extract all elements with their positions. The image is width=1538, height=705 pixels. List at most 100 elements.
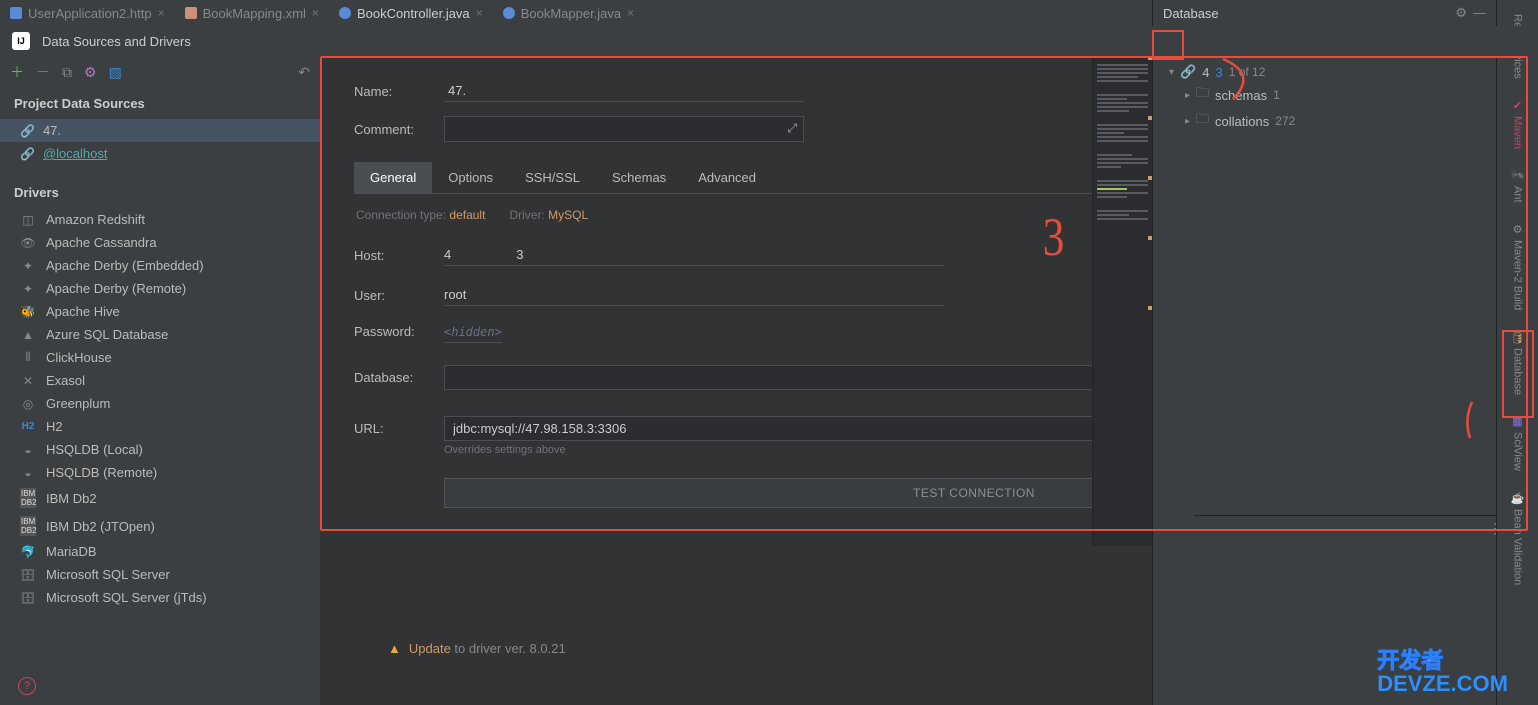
chevron-right-icon: ▸: [1185, 90, 1190, 101]
driver-label: IBM Db2: [46, 491, 97, 506]
tab-sshssl[interactable]: SSH/SSL: [509, 162, 596, 193]
database-panel-title: Database: [1163, 6, 1219, 21]
driver-item[interactable]: 👁Apache Cassandra: [0, 231, 320, 254]
folder-icon: 🗀: [1196, 110, 1209, 132]
driver-item[interactable]: IBMDB2IBM Db2 (JTOpen): [0, 512, 320, 540]
exasol-icon: ✕: [20, 374, 36, 388]
editor-tab[interactable]: BookMapper.java ×: [493, 0, 644, 26]
vtab-ant[interactable]: 🐜 Ant: [1509, 161, 1526, 211]
name-input[interactable]: [444, 80, 804, 102]
gear-icon[interactable]: ⚙: [1455, 5, 1467, 21]
driver-item[interactable]: ▲Azure SQL Database: [0, 323, 320, 346]
driver-item[interactable]: ◎Greenplum: [0, 392, 320, 415]
minimize-icon[interactable]: —: [1473, 5, 1486, 21]
url-input[interactable]: [444, 416, 1094, 441]
node-label: collations: [1215, 114, 1269, 129]
password-input[interactable]: <hidden>: [444, 322, 502, 343]
vtab-label: Database: [1512, 348, 1524, 395]
ant-icon: 🐜: [1511, 169, 1524, 182]
mssql-icon: 🗄: [20, 568, 36, 582]
vtab-label: Ant: [1512, 186, 1524, 203]
driver-value[interactable]: MySQL: [548, 208, 588, 222]
xml-file-icon: [185, 7, 197, 19]
node-suffix: 3: [1215, 65, 1222, 80]
driver-item[interactable]: ✕Exasol: [0, 369, 320, 392]
node-label: schemas: [1215, 88, 1267, 103]
driver-label: HSQLDB (Remote): [46, 465, 157, 480]
db-panel-footer: ⋮ —: [1194, 515, 1538, 541]
driver-item[interactable]: ◒HSQLDB (Remote): [0, 461, 320, 484]
http-file-icon: [10, 7, 22, 19]
database-tree: ▾ 🔗 4 3 1 of 12 ▸ 🗀 schemas 1 ▸ 🗀 collat…: [1153, 58, 1496, 138]
close-icon[interactable]: ×: [158, 6, 165, 20]
expand-icon[interactable]: ⤢: [787, 121, 797, 136]
driver-label: Apache Derby (Embedded): [46, 258, 204, 273]
help-button[interactable]: ?: [18, 677, 36, 695]
database-input[interactable]: [444, 365, 1094, 390]
driver-item[interactable]: ✦Apache Derby (Remote): [0, 277, 320, 300]
driver-item[interactable]: ◒HSQLDB (Local): [0, 438, 320, 461]
close-icon[interactable]: ×: [476, 6, 483, 20]
conn-type-value[interactable]: default: [449, 208, 485, 222]
back-icon[interactable]: ↶: [298, 64, 310, 81]
vtab-sciview[interactable]: ▦SciView: [1509, 407, 1526, 479]
update-link[interactable]: Update: [409, 641, 451, 656]
tab-options[interactable]: Options: [432, 162, 509, 193]
tree-node-datasource[interactable]: ▾ 🔗 4 3 1 of 12: [1163, 62, 1486, 82]
gear-icon: ⚙: [1511, 223, 1524, 236]
vtab-label: Bean Validation: [1512, 509, 1524, 585]
tree-node-collations[interactable]: ▸ 🗀 collations 272: [1163, 108, 1486, 134]
driver-item[interactable]: ✦ Apache Derby (Embedded): [0, 254, 320, 277]
greenplum-icon: ◎: [20, 397, 36, 411]
maven-icon: ✔: [1511, 99, 1524, 112]
data-source-label: @localhost: [43, 146, 108, 161]
data-source-item[interactable]: 🔗 47.: [0, 119, 320, 142]
editor-tab[interactable]: BookMapping.xml ×: [175, 0, 329, 26]
tab-label: UserApplication2.http: [28, 6, 152, 21]
driver-item[interactable]: ◫Amazon Redshift: [0, 208, 320, 231]
url-label: URL:: [354, 421, 444, 436]
driver-item[interactable]: 🐝Apache Hive: [0, 300, 320, 323]
make-global-icon[interactable]: ▧: [109, 64, 122, 81]
editor-tab[interactable]: BookController.java ×: [329, 0, 493, 26]
driver-item[interactable]: 🗄Microsoft SQL Server (jTds): [0, 586, 320, 609]
close-icon[interactable]: ×: [627, 6, 634, 20]
driver-item[interactable]: 🐬MariaDB: [0, 540, 320, 563]
chevron-down-icon: ▾: [1169, 67, 1174, 78]
tab-schemas[interactable]: Schemas: [596, 162, 682, 193]
derby-icon: ✦: [20, 282, 36, 296]
editor-minimap[interactable]: [1092, 26, 1152, 546]
driver-item[interactable]: 🗄 Microsoft SQL Server: [0, 563, 320, 586]
drivers-header: Drivers: [0, 177, 320, 208]
project-data-sources-header: Project Data Sources: [0, 88, 320, 119]
editor-tab[interactable]: UserApplication2.http ×: [0, 0, 175, 26]
vtab-bean-validation[interactable]: ☕Bean Validation: [1509, 483, 1526, 593]
add-icon[interactable]: ＋: [10, 62, 24, 82]
vtab-label: SciView: [1512, 432, 1524, 471]
data-source-item[interactable]: 🔗 @localhost: [0, 142, 320, 165]
vtab-maven[interactable]: ✔ Maven: [1509, 91, 1526, 157]
vtab-label: Maven: [1512, 116, 1524, 149]
tab-advanced[interactable]: Advanced: [682, 162, 772, 193]
gear-icon[interactable]: ⚙: [84, 64, 97, 81]
mssql-icon: 🗄: [20, 591, 36, 605]
tree-node-schemas[interactable]: ▸ 🗀 schemas 1: [1163, 82, 1486, 108]
vtab-maven2[interactable]: ⚙Maven-2 Build: [1509, 215, 1526, 318]
driver-item[interactable]: IBMDB2IBM Db2: [0, 484, 320, 512]
comment-input[interactable]: ⤢: [444, 116, 804, 142]
host-input[interactable]: [444, 244, 944, 266]
derby-icon: ✦: [20, 259, 36, 273]
conn-type-label: Connection type:: [356, 208, 446, 222]
driver-label: Apache Cassandra: [46, 235, 157, 250]
driver-item[interactable]: H2H2: [0, 415, 320, 438]
host-label: Host:: [354, 248, 444, 263]
tab-general[interactable]: General: [354, 162, 432, 193]
user-input[interactable]: [444, 284, 944, 306]
close-icon[interactable]: ×: [312, 6, 319, 20]
vtab-database[interactable]: 🛢Database: [1509, 322, 1526, 403]
driver-item[interactable]: ⦀ClickHouse: [0, 346, 320, 369]
driver-label: Microsoft SQL Server: [46, 567, 170, 582]
remove-icon[interactable]: －: [36, 62, 50, 82]
tab-label: BookMapper.java: [521, 6, 621, 21]
copy-icon[interactable]: ⧉: [62, 64, 72, 81]
